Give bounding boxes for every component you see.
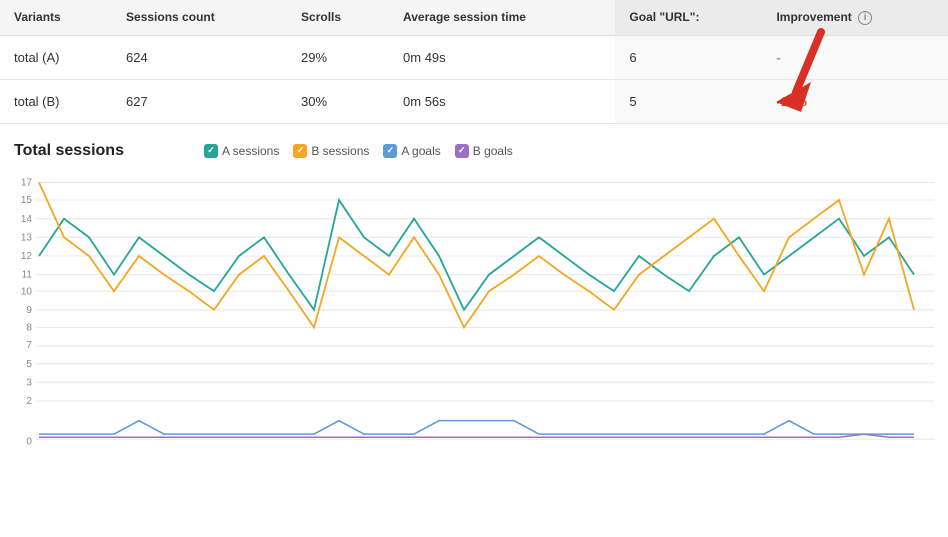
chart-svg: 17 15 14 13 12 11 10 9 8 7 5 3 2 0 xyxy=(14,170,934,460)
svg-text:14: 14 xyxy=(21,213,32,224)
cell-improvement-a: - xyxy=(762,35,948,79)
legend-a-goals: ✓ A goals xyxy=(383,144,440,158)
cell-variants-b: total (B) xyxy=(0,79,112,123)
cell-improvement-b: -17% xyxy=(762,79,948,123)
legend-label-b-goals: B goals xyxy=(473,144,513,158)
info-icon[interactable]: i xyxy=(858,11,872,25)
chart-area: 17 15 14 13 12 11 10 9 8 7 5 3 2 0 xyxy=(14,170,934,460)
legend-check-a-goals: ✓ xyxy=(383,144,397,158)
legend-label-a-goals: A goals xyxy=(401,144,440,158)
legend-label-b-sessions: B sessions xyxy=(311,144,369,158)
legend-check-b-goals: ✓ xyxy=(455,144,469,158)
cell-avg-time-a: 0m 49s xyxy=(389,35,615,79)
dash-label: - xyxy=(776,50,780,65)
cell-goal-a: 6 xyxy=(615,35,762,79)
svg-text:5: 5 xyxy=(26,358,32,369)
col-scrolls: Scrolls xyxy=(287,0,389,35)
col-variants: Variants xyxy=(0,0,112,35)
table-row: total (A) 624 29% 0m 49s 6 - xyxy=(0,35,948,79)
cell-scrolls-b: 30% xyxy=(287,79,389,123)
svg-text:12: 12 xyxy=(21,251,32,262)
chart-legend: ✓ A sessions ✓ B sessions ✓ A goals ✓ B … xyxy=(204,144,513,158)
cell-variants-a: total (A) xyxy=(0,35,112,79)
svg-text:2: 2 xyxy=(26,396,32,407)
svg-text:7: 7 xyxy=(26,340,32,351)
cell-goal-b: 5 xyxy=(615,79,762,123)
svg-text:13: 13 xyxy=(21,232,32,243)
col-goal-url: Goal "URL": xyxy=(615,0,762,35)
chart-title: Total sessions xyxy=(14,142,124,160)
chart-header: Total sessions ✓ A sessions ✓ B sessions… xyxy=(14,142,934,160)
cell-sessions-a: 624 xyxy=(112,35,287,79)
legend-b-sessions: ✓ B sessions xyxy=(293,144,369,158)
svg-text:8: 8 xyxy=(26,322,32,333)
svg-text:0: 0 xyxy=(26,436,32,447)
chart-section: Total sessions ✓ A sessions ✓ B sessions… xyxy=(0,124,948,460)
svg-text:9: 9 xyxy=(26,305,32,316)
cell-sessions-b: 627 xyxy=(112,79,287,123)
table-row: total (B) 627 30% 0m 56s 5 -17% xyxy=(0,79,948,123)
data-table: Variants Sessions count Scrolls Average … xyxy=(0,0,948,124)
svg-text:11: 11 xyxy=(22,269,33,280)
improvement-label: Improvement xyxy=(776,10,851,24)
legend-label-a-sessions: A sessions xyxy=(222,144,279,158)
legend-b-goals: ✓ B goals xyxy=(455,144,513,158)
svg-text:15: 15 xyxy=(21,195,32,206)
col-improvement: Improvement i xyxy=(762,0,948,35)
legend-a-sessions: ✓ A sessions xyxy=(204,144,279,158)
cell-avg-time-b: 0m 56s xyxy=(389,79,615,123)
svg-text:10: 10 xyxy=(21,286,32,297)
legend-check-a-sessions: ✓ xyxy=(204,144,218,158)
legend-check-b-sessions: ✓ xyxy=(293,144,307,158)
svg-text:3: 3 xyxy=(26,377,32,388)
col-sessions-count: Sessions count xyxy=(112,0,287,35)
cell-scrolls-a: 29% xyxy=(287,35,389,79)
svg-text:17: 17 xyxy=(21,177,32,188)
col-avg-session-time: Average session time xyxy=(389,0,615,35)
